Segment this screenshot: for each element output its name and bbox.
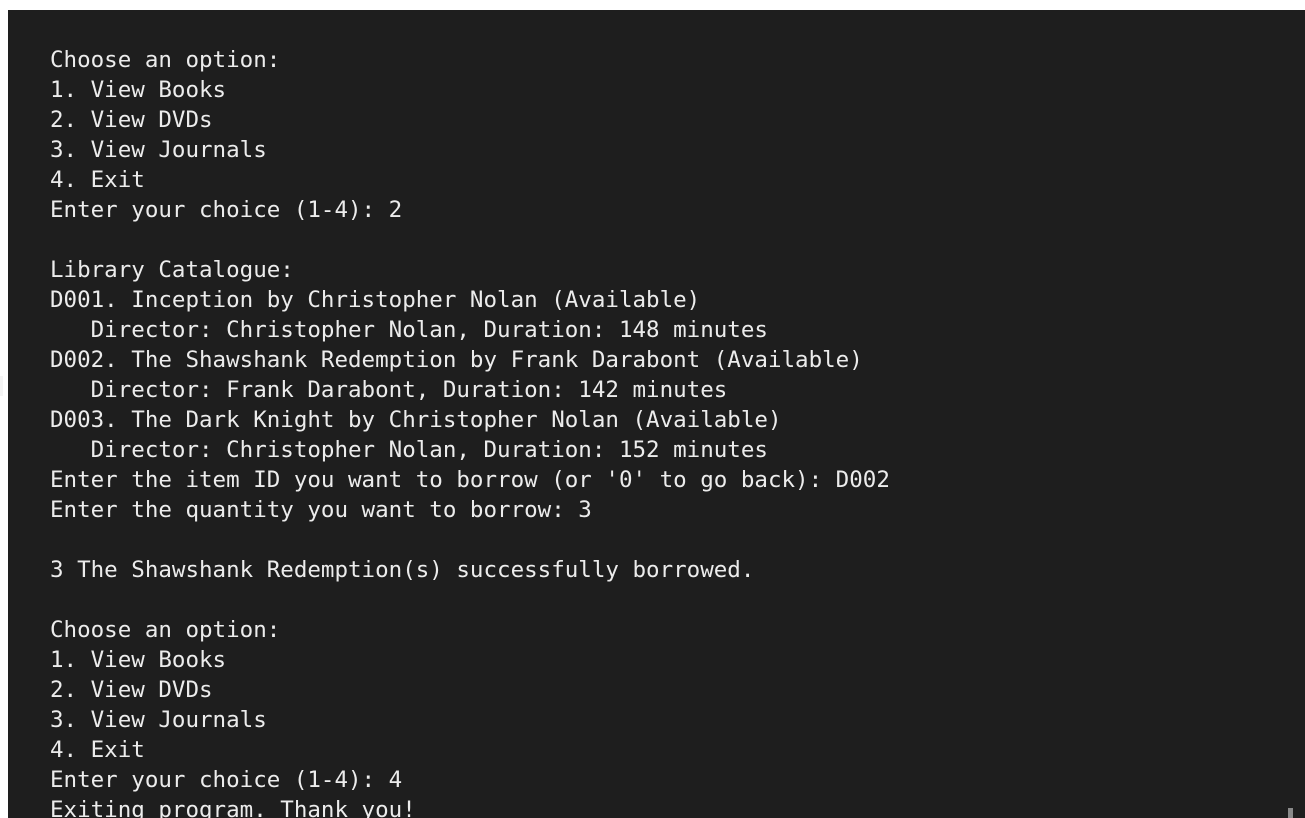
menu-option-books: 1. View Books xyxy=(50,77,227,103)
borrow-quantity-input-line: Enter the quantity you want to borrow: 3 xyxy=(50,497,592,523)
menu-option-books: 1. View Books xyxy=(50,647,227,673)
menu-option-dvds: 2. View DVDs xyxy=(50,107,213,133)
menu-prompt: Choose an option: xyxy=(50,617,281,643)
menu-option-dvds: 2. View DVDs xyxy=(50,677,213,703)
borrow-id-input-line: Enter the item ID you want to borrow (or… xyxy=(50,467,890,493)
menu-option-exit: 4. Exit xyxy=(50,737,145,763)
catalogue-item-d001-detail: Director: Christopher Nolan, Duration: 1… xyxy=(50,317,768,343)
catalogue-item-d003-detail: Director: Christopher Nolan, Duration: 1… xyxy=(50,437,768,463)
borrow-result-message: 3 The Shawshank Redemption(s) successful… xyxy=(50,557,755,583)
catalogue-item-d002: D002. The Shawshank Redemption by Frank … xyxy=(50,347,863,373)
catalogue-item-d001: D001. Inception by Christopher Nolan (Av… xyxy=(50,287,701,313)
terminal-output: Choose an option: 1. View Books 2. View … xyxy=(8,10,1305,818)
exit-message: Exiting program. Thank you! xyxy=(50,797,416,818)
scrollbar-thumb[interactable] xyxy=(1288,808,1293,818)
menu-option-exit: 4. Exit xyxy=(50,167,145,193)
choice-input-line: Enter your choice (1-4): 2 xyxy=(50,197,403,223)
menu-prompt: Choose an option: xyxy=(50,47,281,73)
catalogue-heading: Library Catalogue: xyxy=(50,257,294,283)
catalogue-item-d002-detail: Director: Frank Darabont, Duration: 142 … xyxy=(50,377,728,403)
choice-input-line: Enter your choice (1-4): 4 xyxy=(50,767,403,793)
window-edge-marker xyxy=(0,376,3,396)
menu-option-journals: 3. View Journals xyxy=(50,707,267,733)
menu-option-journals: 3. View Journals xyxy=(50,137,267,163)
catalogue-item-d003: D003. The Dark Knight by Christopher Nol… xyxy=(50,407,782,433)
